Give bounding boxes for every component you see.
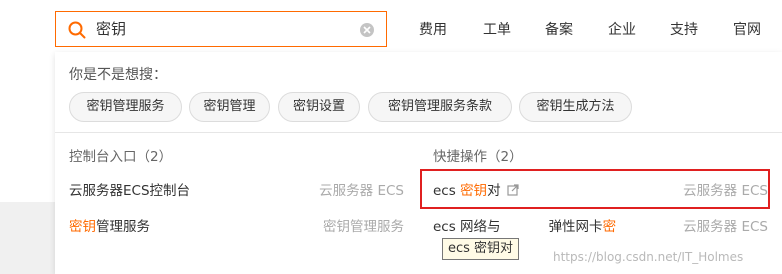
- annotation-highlight-box: [420, 169, 770, 209]
- did-you-mean-label: 你是不是想搜：: [69, 67, 167, 83]
- divider: [55, 132, 782, 133]
- suggest-chip[interactable]: 密钥管理服务条款: [368, 92, 512, 122]
- console-section-title: 控制台入口（2）: [69, 149, 173, 165]
- result-category: 密钥管理服务: [323, 219, 404, 235]
- suggest-chip[interactable]: 密钥管理: [189, 92, 270, 122]
- nav-item-official-site[interactable]: 官网: [733, 21, 761, 39]
- suggest-chip[interactable]: 密钥生成方法: [519, 92, 632, 122]
- tooltip: ecs 密钥对: [442, 238, 520, 260]
- search-icon: [68, 21, 86, 39]
- nav-item-support[interactable]: 支持: [670, 21, 698, 39]
- clear-icon[interactable]: [360, 23, 374, 37]
- suggest-chip[interactable]: 密钥管理服务: [69, 92, 182, 122]
- watermark: https://blog.csdn.net/IT_Holmes: [553, 250, 744, 264]
- result-title: ecs 网络与 弹性网卡密: [433, 219, 617, 235]
- result-category: 云服务器 ECS: [319, 183, 404, 199]
- result-title: 云服务器ECS控制台: [69, 183, 191, 199]
- result-category: 云服务器 ECS: [683, 219, 768, 235]
- left-panel: [0, 62, 55, 202]
- search-input[interactable]: 密钥: [55, 11, 387, 47]
- shortcut-section-title: 快捷操作（2）: [433, 149, 523, 165]
- nav-item-fees[interactable]: 费用: [419, 21, 447, 39]
- nav-item-tickets[interactable]: 工单: [483, 21, 511, 39]
- nav-item-icp[interactable]: 备案: [545, 21, 573, 39]
- search-suggestions-dropdown: 你是不是想搜： 密钥管理服务 密钥管理 密钥设置 密钥管理服务条款 密钥生成方法…: [55, 52, 782, 274]
- suggest-chip[interactable]: 密钥设置: [278, 92, 360, 122]
- nav-item-enterprise[interactable]: 企业: [608, 21, 636, 39]
- search-value: 密钥: [96, 20, 127, 38]
- result-title: 密钥管理服务: [69, 219, 150, 235]
